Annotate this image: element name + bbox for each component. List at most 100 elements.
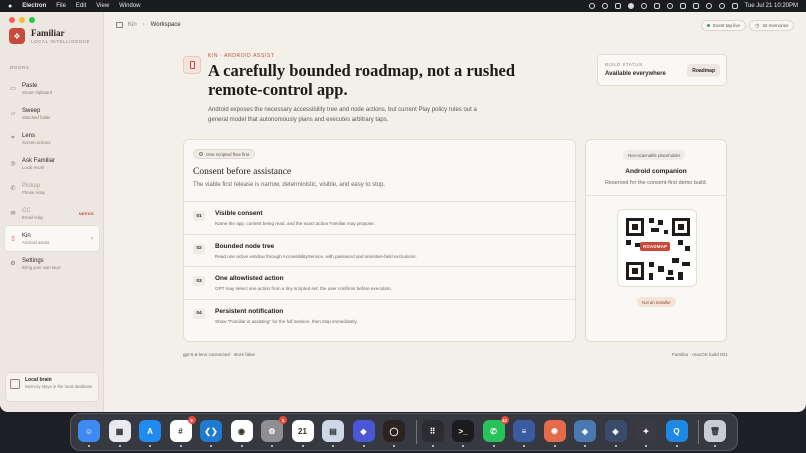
sidebar-item-label: Sweep bbox=[22, 107, 41, 114]
dock-proton-icon[interactable]: ◆ bbox=[352, 420, 375, 447]
dock-q-app-icon[interactable]: Q bbox=[665, 420, 688, 447]
brand-subtitle: LOCAL INTELLIGENCE bbox=[31, 39, 91, 44]
sidebar-item-settings[interactable]: ⚙ Settings Bring your own keys bbox=[5, 251, 99, 276]
build-status-label: BUILD STATUS bbox=[605, 62, 643, 67]
memories-label: 32 memories bbox=[762, 23, 789, 28]
status-icon[interactable] bbox=[666, 3, 673, 9]
app-window: ❖ Familiar LOCAL INTELLIGENCE DOORS ▭ Pa… bbox=[0, 12, 806, 412]
dock-ring-app-icon[interactable]: ◯ bbox=[383, 420, 405, 447]
build-status-value: Available everywhere bbox=[605, 71, 666, 77]
sidebar-item-lens[interactable]: ⌗ Lens Screen actions bbox=[5, 126, 99, 151]
dock-whatsapp-icon[interactable]: ✆ 42 bbox=[482, 416, 509, 447]
battery-icon[interactable] bbox=[692, 3, 699, 9]
sidebar-nav: ▭ Paste Smart clipboard ▱ Sweep Watched fo… bbox=[5, 76, 99, 276]
menu-view[interactable]: View bbox=[96, 3, 109, 9]
local-brain-title: Local brain bbox=[25, 377, 52, 383]
dock-launchpad-icon[interactable]: ▦ bbox=[108, 420, 131, 447]
wifi-icon[interactable] bbox=[705, 3, 712, 9]
sidebar-item-ask-familiar[interactable]: ◎ Ask Familiar Local recall bbox=[5, 151, 99, 176]
window-controls bbox=[9, 17, 35, 23]
step-description: Name the app, content being read, and th… bbox=[215, 221, 375, 226]
dock-trash-icon[interactable]: 🗑 bbox=[704, 420, 726, 447]
running-indicator bbox=[462, 445, 464, 447]
lens-icon: ⌗ bbox=[11, 135, 15, 141]
dock-app-grid-icon[interactable]: ⠿ bbox=[421, 420, 444, 447]
sidebar-item-sub: Local recall bbox=[22, 164, 44, 170]
running-indicator bbox=[645, 445, 647, 447]
page-eyebrow: KIN · ANDROID ASSIST bbox=[208, 53, 275, 59]
event-tap-pill[interactable]: Event tap live bbox=[701, 20, 747, 31]
dock-database-icon[interactable]: ≡ bbox=[513, 420, 535, 447]
sidebar-item-cc[interactable]: ✉ CC Email relay NEEDS bbox=[5, 201, 99, 226]
sidebar-item-label: Pickup bbox=[22, 182, 41, 189]
running-indicator bbox=[362, 445, 365, 447]
search-icon[interactable] bbox=[718, 3, 725, 9]
status-badge: Not an installer bbox=[637, 297, 676, 307]
menubar-app-name[interactable]: Electron bbox=[22, 3, 46, 9]
dock-slack-icon[interactable]: #9 bbox=[169, 416, 196, 447]
menu-file[interactable]: File bbox=[56, 3, 66, 9]
status-badge: NEEDS bbox=[78, 211, 94, 216]
chevron-right-icon: › bbox=[142, 22, 145, 28]
menubar-clock[interactable]: Tue Jul 21 10:20PM bbox=[745, 3, 798, 9]
gear-icon: ⚙ bbox=[10, 261, 16, 267]
running-indicator bbox=[553, 445, 556, 447]
breadcrumb-root[interactable]: Kin bbox=[128, 22, 137, 28]
sidebar-toggle-icon[interactable] bbox=[116, 22, 123, 28]
phone-icon: ✆ bbox=[10, 186, 16, 192]
sidebar-item-pickup[interactable]: ✆ Pickup Phone relay bbox=[5, 176, 99, 201]
running-indicator bbox=[431, 445, 434, 447]
sidebar-item-kin[interactable]: ▯ Kin Android assist › bbox=[5, 226, 99, 251]
dock-system-settings-icon[interactable]: ⚙ 1 bbox=[261, 416, 287, 447]
dock-terminal-icon[interactable]: >_ bbox=[452, 420, 474, 447]
status-icon[interactable] bbox=[640, 3, 647, 9]
step-number: 04 bbox=[193, 308, 205, 319]
dock-claude-icon[interactable]: ✺ bbox=[543, 420, 566, 447]
menu-bar: ● Electron File Edit View Window Tue Jul… bbox=[0, 0, 806, 12]
close-window-button[interactable] bbox=[9, 17, 15, 23]
dock-cube-app-2-icon[interactable]: ◈ bbox=[604, 420, 627, 447]
running-indicator bbox=[393, 445, 395, 447]
sidebar-item-sub: Bring your own keys bbox=[22, 264, 61, 270]
dock-chrome-icon[interactable]: ◉ bbox=[230, 420, 253, 447]
dock-cube-app-icon[interactable]: ◈ bbox=[574, 420, 596, 447]
memories-pill[interactable]: ◷ 32 memories bbox=[749, 20, 795, 31]
step-number: 01 bbox=[193, 211, 205, 221]
clock-icon: ◷ bbox=[755, 22, 760, 29]
sidebar-item-paste[interactable]: ▭ Paste Smart clipboard bbox=[5, 76, 99, 101]
consent-title: Consent before assistance bbox=[193, 167, 292, 177]
status-icon[interactable] bbox=[653, 3, 660, 9]
status-icon[interactable] bbox=[614, 3, 621, 9]
roadmap-button[interactable]: Roadmap bbox=[687, 64, 720, 77]
status-icon[interactable] bbox=[679, 3, 686, 9]
sidebar-item-sweep[interactable]: ▱ Sweep Watched folder bbox=[5, 101, 99, 126]
local-brain-card[interactable]: Local brain Memory stays in the local da… bbox=[5, 372, 99, 402]
dock-finder-icon[interactable]: ☺ bbox=[78, 420, 100, 447]
minimize-window-button[interactable] bbox=[19, 17, 25, 23]
menu-edit[interactable]: Edit bbox=[76, 3, 86, 9]
apple-icon[interactable]: ● bbox=[8, 3, 12, 10]
running-indicator bbox=[118, 445, 121, 447]
menu-window[interactable]: Window bbox=[119, 3, 140, 9]
notification-badge: 1 bbox=[279, 416, 287, 424]
sidebar: ❖ Familiar LOCAL INTELLIGENCE DOORS ▭ Pa… bbox=[0, 12, 104, 412]
running-indicator bbox=[88, 445, 90, 447]
status-icon[interactable] bbox=[588, 3, 595, 9]
sweep-icon: ▱ bbox=[10, 111, 16, 117]
dock-calendar-icon[interactable]: 21 bbox=[291, 420, 314, 447]
sidebar-item-sub: Screen actions bbox=[22, 139, 51, 145]
running-indicator bbox=[179, 445, 182, 447]
section-label: DOORS bbox=[10, 65, 30, 70]
consent-subtitle: The viable first release is narrow, dete… bbox=[193, 182, 386, 188]
control-center-icon[interactable] bbox=[731, 3, 738, 9]
status-icon[interactable] bbox=[601, 3, 608, 9]
zoom-window-button[interactable] bbox=[29, 17, 35, 23]
step-number: 02 bbox=[193, 243, 205, 254]
sidebar-item-sub: Smart clipboard bbox=[22, 89, 53, 95]
dock-app-store-icon[interactable]: A bbox=[139, 420, 161, 447]
dock-vscode-icon[interactable]: ❮❯ bbox=[200, 420, 222, 447]
dock-gpt-app-icon[interactable]: ✦ bbox=[635, 420, 657, 447]
status-icon[interactable] bbox=[627, 3, 634, 9]
running-indicator bbox=[523, 445, 525, 447]
dock-preview-icon[interactable]: ▤ bbox=[322, 420, 344, 447]
